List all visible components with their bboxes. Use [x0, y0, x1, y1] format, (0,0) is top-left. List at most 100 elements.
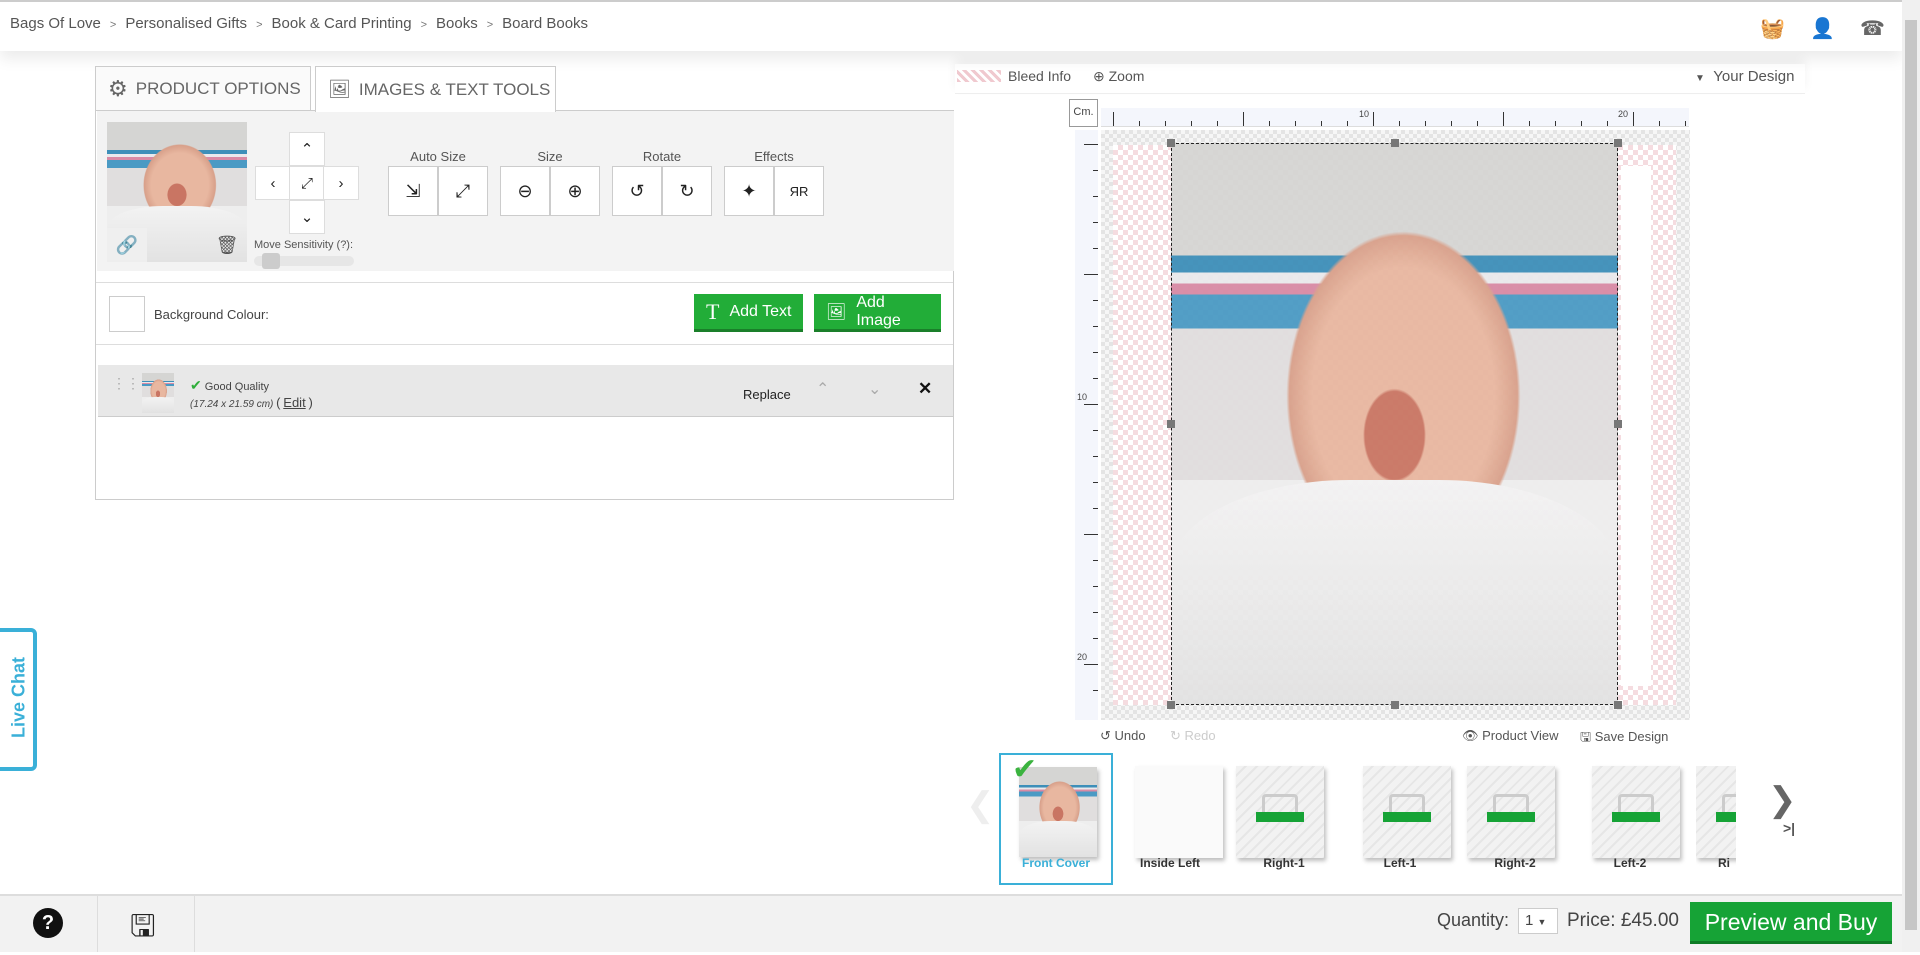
- resize-handle[interactable]: [1614, 701, 1622, 709]
- page-inside-left[interactable]: [1135, 766, 1223, 858]
- page-left-2[interactable]: [1592, 766, 1680, 858]
- product-view-button[interactable]: 👁 Product View: [1462, 728, 1559, 744]
- ruler-tick: [1529, 121, 1530, 126]
- ruler-tick: [1093, 326, 1098, 327]
- tab-images-text-tools[interactable]: 🖼 IMAGES & TEXT TOOLS: [315, 66, 556, 112]
- move-layer-up-icon[interactable]: ⌃: [816, 379, 829, 399]
- text-icon: T: [706, 298, 720, 324]
- page-right-1[interactable]: [1236, 766, 1324, 858]
- price-label: Price: £45.00: [1567, 910, 1679, 931]
- move-sensitivity-slider[interactable]: [254, 253, 354, 269]
- scrollbar[interactable]: [1902, 0, 1920, 952]
- preview-and-buy-button[interactable]: Preview and Buy: [1690, 902, 1892, 944]
- resize-handle[interactable]: [1167, 420, 1175, 428]
- zoom-out-icon[interactable]: ⊖: [500, 166, 550, 216]
- ruler-tick: [1093, 300, 1098, 301]
- move-right-button[interactable]: ›: [323, 166, 359, 200]
- background-colour-label: Background Colour:: [154, 307, 269, 322]
- replace-button[interactable]: Replace: [743, 387, 791, 402]
- ruler-label: 20: [1618, 109, 1629, 119]
- ruler-tick: [1093, 378, 1098, 379]
- ruler-tick: [1093, 482, 1098, 483]
- next-page-icon[interactable]: ❯: [1768, 780, 1797, 820]
- ruler-tick: [1321, 121, 1322, 126]
- unit-selector[interactable]: Cm.: [1069, 99, 1098, 127]
- left-ruler: 10 20: [1075, 130, 1098, 720]
- ruler-tick: [1581, 121, 1582, 126]
- check-icon: ✔: [1012, 753, 1038, 786]
- ruler-tick: [1084, 274, 1098, 275]
- edit-link[interactable]: Edit: [283, 395, 305, 410]
- ruler-tick: [1093, 430, 1098, 431]
- selection-box[interactable]: [1171, 143, 1618, 705]
- redo-button[interactable]: ↻ Redo: [1170, 728, 1216, 744]
- layer-row[interactable]: ⋮⋮ ✔ Good Quality (17.24 x 21.59 cm) ( E…: [98, 365, 953, 417]
- phone-icon[interactable]: ☎: [1860, 16, 1885, 40]
- zoom-in-icon[interactable]: ⊕: [550, 166, 600, 216]
- your-design-dropdown[interactable]: ▼ Your Design: [1695, 68, 1794, 85]
- page-label: Ri: [1718, 856, 1730, 870]
- save-icon[interactable]: 🖫: [130, 904, 156, 955]
- ruler-tick: [1093, 222, 1098, 223]
- basket-icon[interactable]: 🧺: [1760, 16, 1785, 40]
- trash-icon[interactable]: 🗑: [207, 228, 247, 262]
- add-image-button[interactable]: 🖼 Add Image: [814, 294, 941, 332]
- magic-wand-icon[interactable]: ✦: [724, 166, 774, 216]
- ruler-label: 10: [1359, 109, 1370, 119]
- product-view-label: Product View: [1482, 728, 1559, 743]
- breadcrumb-item[interactable]: Personalised Gifts: [125, 15, 247, 32]
- page-left-1[interactable]: [1363, 766, 1451, 858]
- page-right-2[interactable]: [1467, 766, 1555, 858]
- save-design-button[interactable]: 🖫 Save Design: [1580, 728, 1668, 750]
- remove-layer-icon[interactable]: ✕: [918, 379, 932, 399]
- resize-handle[interactable]: [1614, 420, 1622, 428]
- shrink-icon[interactable]: ⇲: [388, 166, 438, 216]
- background-colour-swatch[interactable]: [109, 296, 145, 332]
- ruler-label: 10: [1077, 392, 1088, 402]
- button-label: Add Image: [856, 293, 901, 329]
- resize-handle[interactable]: [1391, 139, 1399, 147]
- breadcrumb-item[interactable]: Board Books: [502, 15, 588, 32]
- ruler-tick: [1217, 121, 1218, 126]
- user-icon[interactable]: 👤: [1810, 16, 1835, 40]
- slider-handle[interactable]: [262, 253, 281, 269]
- move-left-button[interactable]: ‹: [255, 166, 291, 200]
- divider: [96, 282, 953, 283]
- breadcrumb-item[interactable]: Bags Of Love: [10, 15, 101, 32]
- ruler-tick: [1425, 121, 1426, 126]
- flip-icon[interactable]: ЯR: [774, 166, 824, 216]
- expand-icon[interactable]: ⤢: [438, 166, 488, 216]
- move-layer-down-icon[interactable]: ⌄: [868, 379, 881, 399]
- move-down-button[interactable]: ⌄: [289, 200, 325, 234]
- resize-handle[interactable]: [1167, 139, 1175, 147]
- add-text-button[interactable]: T Add Text: [694, 294, 804, 332]
- last-page-icon[interactable]: >|: [1783, 820, 1795, 836]
- image-tools: 🔗 🗑 ⌃ ‹ ⤢ › ⌄ Move Sensitivity (?): Auto…: [97, 111, 954, 271]
- bleed-info-button[interactable]: Bleed Info: [1008, 68, 1071, 84]
- move-up-button[interactable]: ⌃: [289, 132, 325, 166]
- live-chat-tab[interactable]: Live Chat: [0, 628, 37, 771]
- prev-page-icon[interactable]: ❮: [966, 785, 995, 825]
- drag-handle-icon[interactable]: ⋮⋮: [112, 376, 140, 390]
- rotate-left-icon[interactable]: ↺: [612, 166, 662, 216]
- help-icon[interactable]: ?: [33, 908, 63, 938]
- ruler-tick: [1113, 112, 1114, 126]
- rotate-right-icon[interactable]: ↻: [662, 166, 712, 216]
- tab-product-options[interactable]: ⚙ PRODUCT OPTIONS: [95, 66, 311, 111]
- resize-handle[interactable]: [1614, 139, 1622, 147]
- resize-handle[interactable]: [1391, 701, 1399, 709]
- page-label: Right-2: [1494, 856, 1536, 870]
- page-right-3[interactable]: Ri: [1696, 766, 1736, 876]
- ruler-tick: [1084, 404, 1098, 405]
- design-canvas[interactable]: [1101, 130, 1690, 720]
- auto-size-label: Auto Size: [410, 149, 466, 164]
- zoom-button[interactable]: ⊕ Zoom: [1093, 68, 1144, 85]
- resize-handle[interactable]: [1167, 701, 1175, 709]
- breadcrumb-item[interactable]: Book & Card Printing: [272, 15, 412, 32]
- breadcrumb-item[interactable]: Books: [436, 15, 478, 32]
- link-icon[interactable]: 🔗: [107, 228, 147, 262]
- center-button[interactable]: ⤢: [289, 166, 325, 200]
- quantity-select[interactable]: 1 ▼: [1518, 908, 1558, 934]
- ruler-tick: [1084, 534, 1098, 535]
- undo-button[interactable]: ↺ Undo: [1100, 728, 1146, 744]
